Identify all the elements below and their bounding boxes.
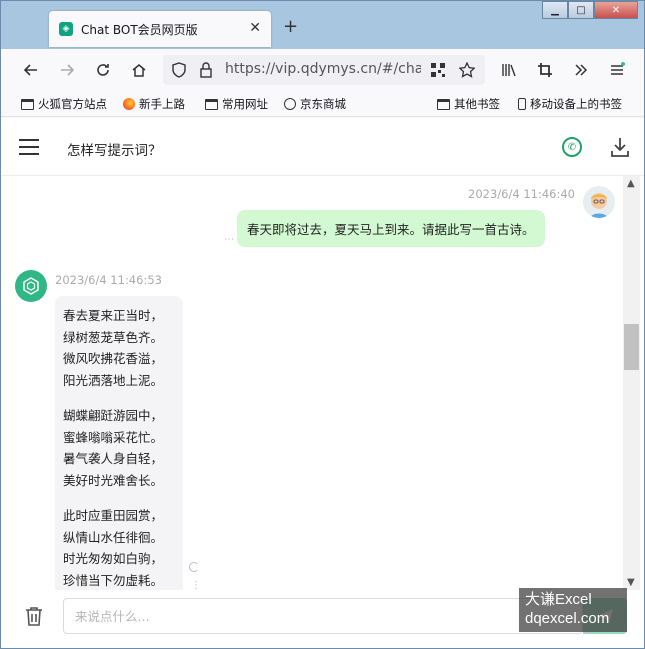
lock-icon [200,62,212,78]
url-bar[interactable]: https://vip.qdymys.cn/#/chat/ [163,55,485,85]
globe-icon [284,98,296,110]
close-tab-icon[interactable]: ✕ [249,20,261,36]
screenshot-button[interactable] [533,58,557,82]
user-message-timestamp: 2023/6/4 11:46:40 [468,187,575,201]
browser-window: ◈ Chat BOT会员网页版 ✕ + ▁ □ ✕ https://vip.qd… [0,0,645,649]
chat-scrollbar[interactable]: ▲ ▼ [623,176,640,590]
scroll-up-arrow-icon[interactable]: ▲ [627,178,635,189]
bot-message-bubble: 春去夏来正当时， 绿树葱茏草色齐。 微风吹拂花香溢， 阳光洒落地上泥。 蝴蝶翩跹… [55,296,183,590]
forward-button[interactable] [55,58,79,82]
poem-line: 美好时光难舍长。 [63,472,164,488]
back-arrow-icon [23,64,37,76]
minimize-button[interactable]: ▁ [542,1,568,19]
back-button[interactable] [19,58,43,82]
poem-line: 时光匆匆如白驹， [63,551,164,566]
app-header: 怎样写提示词？ ✆ [1,118,644,176]
folder-icon [205,98,218,110]
window-controls: ▁ □ ✕ [542,1,638,19]
poem-line: 微风吹拂花香溢， [63,351,164,366]
poem-stanza: 此时应重田园赏， 纵情山水任徘徊。 时光匆匆如白驹， 珍惜当下勿虚耗。 [63,505,175,590]
chat-scroll-area[interactable]: 2023/6/4 11:46:40 春天即将过去，夏天马上到来。请据此写一首古诗… [1,176,623,590]
bookmark-item[interactable]: 其他书签 [437,96,500,112]
bookmark-label: 新手上路 [139,97,185,111]
nav-bar: https://vip.qdymys.cn/#/chat/ [1,49,644,91]
whatsapp-share-icon[interactable]: ✆ [562,137,582,157]
bot-message-timestamp: 2023/6/4 11:46:53 [55,273,162,287]
bookmark-item[interactable]: 火狐官方站点 [21,96,107,112]
library-button[interactable] [497,58,521,82]
reload-icon [97,64,109,76]
user-message-bubble: 春天即将过去，夏天马上到来。请据此写一首古诗。 [237,210,545,247]
bookmarks-bar: 火狐官方站点 新手上路 常用网址 京东商城 其他书签 移动设备上的书签 [1,91,644,117]
menu-button[interactable] [605,58,629,82]
message-input[interactable] [63,598,583,634]
folder-icon [437,98,450,110]
firefox-icon [123,98,135,110]
bookmark-item[interactable]: 京东商城 [284,96,346,112]
reload-button[interactable] [91,58,115,82]
user-avatar [583,186,615,218]
app-menu-icon [611,62,625,75]
watermark: 大谦Excel dqexcel.com [519,588,627,632]
user-avatar-icon [583,186,615,218]
poem-line: 暑气袭人身自轻， [63,451,164,466]
clear-chat-trash-icon[interactable] [25,606,43,626]
poem-line: 此时应重田园赏， [63,508,164,523]
user-message-more-icon[interactable]: ⋮ [223,234,234,244]
scrollbar-thumb[interactable] [624,324,639,370]
mobile-device-icon [518,98,526,110]
poem-line: 蝴蝶翩跹游园中， [63,408,164,423]
home-icon [132,64,146,77]
chatbot-logo-icon [23,277,39,295]
poem-line: 绿树葱茏草色齐。 [63,329,164,345]
conversation-title: 怎样写提示词？ [67,143,162,159]
poem-stanza: 春去夏来正当时， 绿树葱茏草色齐。 微风吹拂花香溢， 阳光洒落地上泥。 [63,305,175,391]
browser-tab[interactable]: ◈ Chat BOT会员网页版 ✕ [49,11,271,47]
forward-arrow-icon [61,64,75,76]
poem-line: 春去夏来正当时， [63,308,164,323]
bookmark-item[interactable]: 新手上路 [123,96,185,112]
bookmark-label: 移动设备上的书签 [530,97,622,111]
crop-icon [538,63,552,77]
bookmark-star-icon [459,62,475,78]
new-tab-button[interactable]: + [283,16,298,37]
url-text: https://vip.qdymys.cn/#/chat/ [225,61,421,77]
qr-code-icon [431,63,445,77]
poem-line: 纵情山水任徘徊。 [63,529,164,545]
shield-icon [172,62,186,78]
bookmark-label: 常用网址 [222,97,268,111]
download-icon[interactable] [610,136,630,158]
bookmark-label: 京东商城 [300,97,346,111]
bot-message-more-icon[interactable]: ⋮ [191,580,201,590]
poem-stanza: 蝴蝶翩跹游园中， 蜜蜂嗡嗡采花忙。 暑气袭人身自轻， 美好时光难舍长。 [63,405,175,491]
more-tools-button[interactable] [569,58,593,82]
folder-icon [21,98,34,110]
bookmark-item[interactable]: 移动设备上的书签 [518,96,622,112]
close-window-button[interactable]: ✕ [594,1,638,19]
bot-avatar [15,270,47,302]
watermark-line-1: 大谦Excel [525,591,592,608]
bookmark-label: 火狐官方站点 [38,97,107,111]
poem-line: 阳光洒落地上泥。 [63,372,164,388]
bookmark-item[interactable]: 常用网址 [205,96,268,112]
scroll-down-arrow-icon[interactable]: ▼ [627,577,635,588]
poem-line: 蜜蜂嗡嗡采花忙。 [63,429,164,445]
home-button[interactable] [127,58,151,82]
hamburger-menu-icon[interactable] [19,139,39,155]
library-icon [502,64,516,77]
chatbot-favicon-icon: ◈ [59,22,73,36]
tab-title: Chat BOT会员网页版 [81,22,198,37]
tab-strip: ◈ Chat BOT会员网页版 ✕ + ▁ □ ✕ [1,1,644,49]
bookmark-label: 其他书签 [454,97,500,111]
regenerate-icon[interactable] [189,562,199,572]
watermark-line-2: dqexcel.com [525,610,610,627]
poem-line: 珍惜当下勿虚耗。 [63,572,164,588]
chat-page: 怎样写提示词？ ✆ 2023/6/4 11:46:40 春天即将过去，夏天马上到… [1,118,644,648]
maximize-button[interactable]: □ [568,1,594,19]
double-chevron-right-icon [575,64,588,76]
